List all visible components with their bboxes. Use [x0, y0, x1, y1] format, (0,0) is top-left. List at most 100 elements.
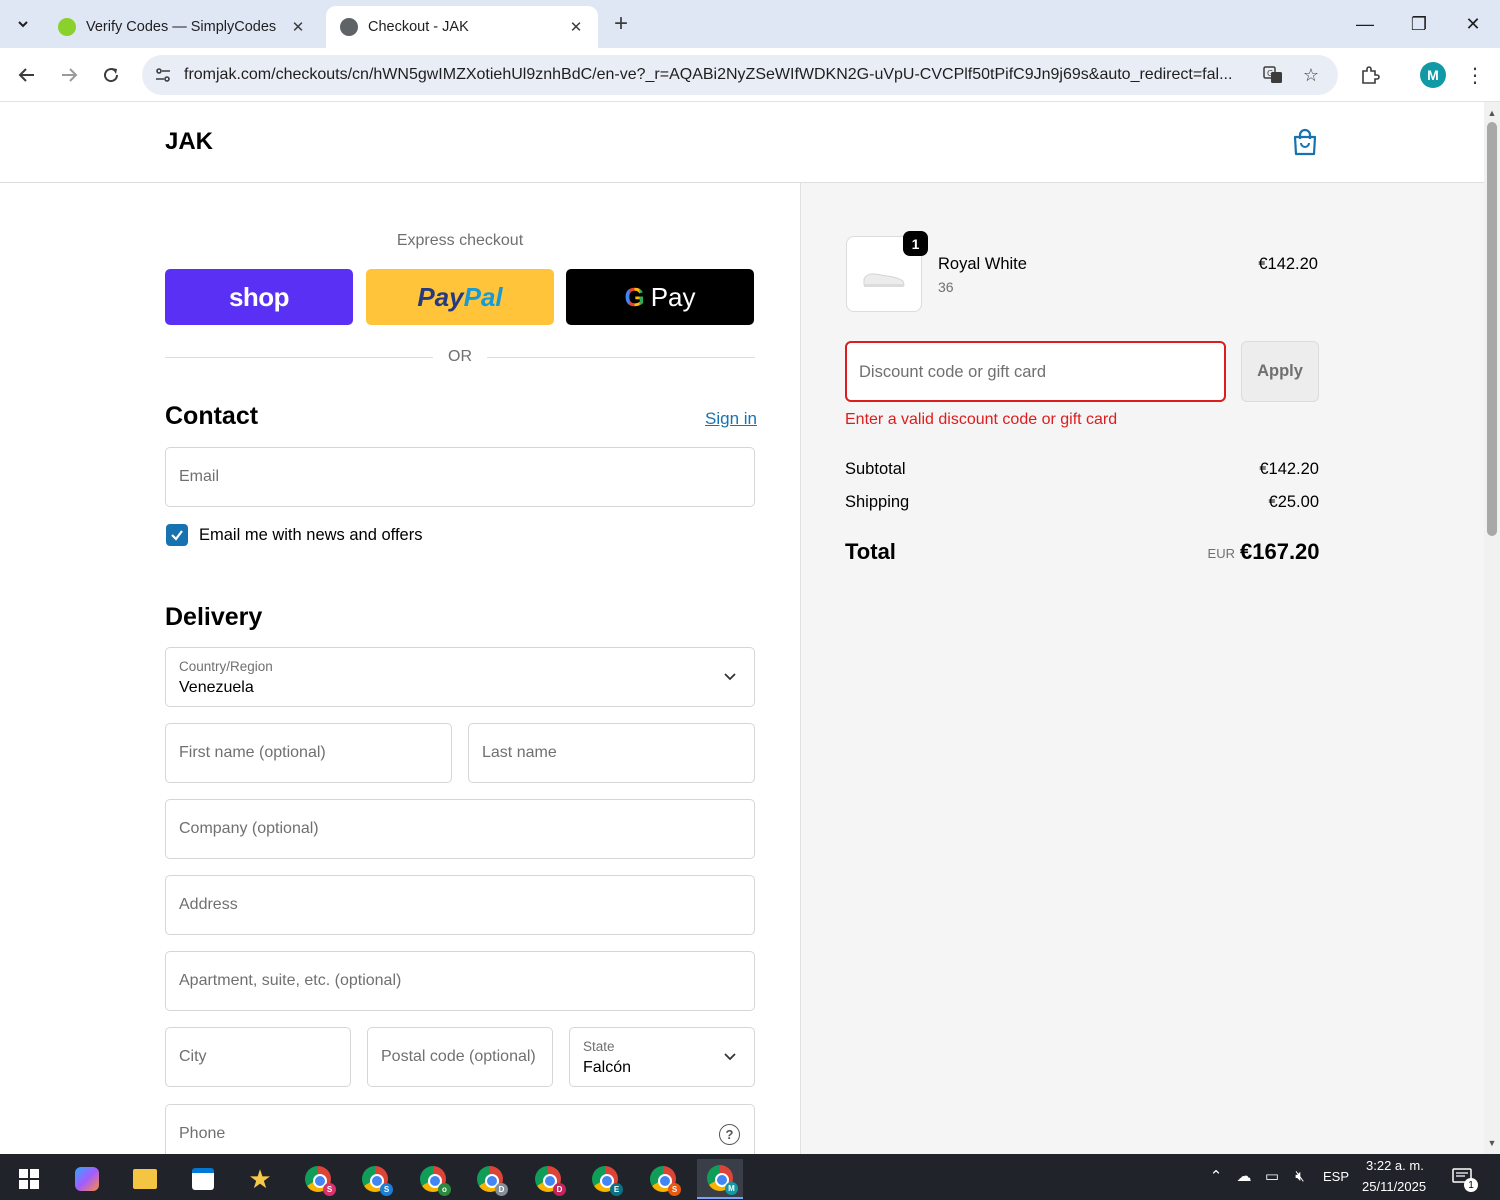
- taskbar-copilot[interactable]: [64, 1159, 110, 1199]
- phone-field[interactable]: Phone ?: [165, 1104, 755, 1154]
- discount-placeholder: Discount code or gift card: [859, 363, 1047, 381]
- paypal-button[interactable]: Pay Pal: [366, 269, 554, 325]
- country-value: Venezuela: [179, 679, 254, 696]
- product-price: €142.20: [1258, 255, 1318, 273]
- google-pay-button[interactable]: G Pay: [566, 269, 754, 325]
- help-question-icon[interactable]: ?: [719, 1124, 740, 1145]
- discount-error-message: Enter a valid discount code or gift card: [845, 411, 1118, 428]
- chrome-icon: M: [707, 1165, 738, 1195]
- chrome-icon: E: [592, 1166, 623, 1196]
- taskbar-chrome-s3[interactable]: S: [640, 1159, 686, 1199]
- email-field[interactable]: Email: [165, 447, 755, 507]
- apartment-field[interactable]: Apartment, suite, etc. (optional): [165, 951, 755, 1011]
- tab-title: Verify Codes — SimplyCodes: [86, 19, 277, 35]
- first-name-placeholder: First name (optional): [179, 744, 326, 761]
- apply-discount-button[interactable]: Apply: [1241, 341, 1319, 402]
- country-select[interactable]: Country/Region Venezuela: [165, 647, 755, 707]
- taskbar-file-explorer[interactable]: [122, 1159, 168, 1199]
- postal-code-placeholder: Postal code (optional): [381, 1048, 536, 1065]
- bookmark-star-icon[interactable]: ☆: [1300, 64, 1322, 86]
- company-field[interactable]: Company (optional): [165, 799, 755, 859]
- quantity-badge: 1: [903, 231, 928, 256]
- network-icon[interactable]: ▭: [1262, 1166, 1282, 1186]
- input-language[interactable]: ESP: [1323, 1169, 1349, 1184]
- browser-toolbar: fromjak.com/checkouts/cn/hWN5gwIMZXotieh…: [0, 48, 1500, 102]
- tab-verify-codes[interactable]: Verify Codes — SimplyCodes ✕: [44, 6, 320, 48]
- close-window-button[interactable]: ✕: [1446, 0, 1500, 48]
- reload-icon: [104, 68, 119, 83]
- paypal-label-pal: Pal: [463, 281, 503, 312]
- taskbar-chrome-m-active[interactable]: M: [697, 1159, 743, 1199]
- store-logo[interactable]: JAK: [165, 128, 213, 156]
- scroll-thumb[interactable]: [1487, 122, 1497, 536]
- taskbar-chrome-o[interactable]: o: [410, 1159, 456, 1199]
- globe-icon: [340, 18, 358, 36]
- shopping-bag-icon[interactable]: [1292, 128, 1318, 156]
- delivery-heading: Delivery: [165, 603, 263, 631]
- profile-avatar[interactable]: M: [1420, 62, 1446, 88]
- state-select[interactable]: State Falcón: [569, 1027, 755, 1087]
- company-placeholder: Company (optional): [179, 820, 319, 837]
- close-tab-icon[interactable]: ✕: [568, 18, 584, 36]
- first-name-field[interactable]: First name (optional): [165, 723, 452, 783]
- chrome-icon: S: [362, 1166, 393, 1196]
- product-variant: 36: [938, 279, 954, 295]
- tray-chevron-up-icon[interactable]: ⌃: [1206, 1166, 1226, 1186]
- taskbar-chrome-e[interactable]: E: [582, 1159, 628, 1199]
- volume-muted-icon[interactable]: 🔇︎: [1290, 1166, 1310, 1186]
- total-label: Total: [845, 539, 896, 564]
- restore-button[interactable]: ❐: [1392, 0, 1446, 48]
- newsletter-label[interactable]: Email me with news and offers: [199, 526, 422, 545]
- forward-button[interactable]: [54, 60, 84, 90]
- extensions-puzzle-icon[interactable]: [1355, 60, 1385, 90]
- taskbar-chrome-d[interactable]: D: [467, 1159, 513, 1199]
- arrow-right-icon: [62, 68, 78, 82]
- windows-logo-icon: [19, 1169, 39, 1189]
- clock-time[interactable]: 3:22 a. m.: [1366, 1158, 1424, 1173]
- reload-button[interactable]: [96, 60, 126, 90]
- close-tab-icon[interactable]: ✕: [290, 18, 306, 36]
- store-bag-icon: [192, 1168, 214, 1190]
- onedrive-cloud-icon[interactable]: ☁: [1234, 1166, 1254, 1186]
- tab-search-button[interactable]: [8, 9, 38, 39]
- start-button[interactable]: [6, 1159, 52, 1199]
- subtotal-value: €142.20: [1259, 460, 1319, 478]
- clock-date[interactable]: 25/11/2025: [1362, 1179, 1426, 1194]
- address-field[interactable]: Address: [165, 875, 755, 935]
- city-field[interactable]: City: [165, 1027, 351, 1087]
- country-label: Country/Region: [179, 659, 273, 674]
- tab-checkout-jak[interactable]: Checkout - JAK ✕: [326, 6, 598, 48]
- last-name-field[interactable]: Last name: [468, 723, 755, 783]
- newsletter-checkbox[interactable]: [166, 524, 188, 546]
- scroll-down-arrow-icon[interactable]: ▼: [1487, 1138, 1497, 1148]
- notifications-icon[interactable]: 1: [1452, 1166, 1478, 1192]
- scroll-up-arrow-icon[interactable]: ▲: [1487, 108, 1497, 118]
- site-info-icon[interactable]: [152, 64, 174, 86]
- svg-text:G: G: [1267, 69, 1273, 78]
- taskbar-favorites[interactable]: ★: [237, 1159, 283, 1199]
- postal-code-field[interactable]: Postal code (optional): [367, 1027, 553, 1087]
- translate-icon[interactable]: G: [1262, 64, 1284, 86]
- taskbar-chrome-d2[interactable]: D: [525, 1159, 571, 1199]
- last-name-placeholder: Last name: [482, 744, 557, 761]
- chevron-down-icon: [18, 21, 28, 28]
- folder-icon: [133, 1169, 157, 1189]
- taskbar-chrome-s[interactable]: S: [295, 1159, 341, 1199]
- minimize-button[interactable]: —: [1338, 0, 1392, 48]
- shop-pay-button[interactable]: shop: [165, 269, 353, 325]
- back-button[interactable]: [12, 60, 42, 90]
- sign-in-link[interactable]: Sign in: [705, 409, 757, 429]
- arrow-left-icon: [18, 68, 34, 82]
- subtotal-label: Subtotal: [845, 460, 906, 478]
- product-name: Royal White: [938, 255, 1027, 273]
- taskbar-store[interactable]: [180, 1159, 226, 1199]
- discount-code-input[interactable]: Discount code or gift card: [845, 341, 1226, 402]
- new-tab-button[interactable]: +: [606, 10, 636, 40]
- url-text[interactable]: fromjak.com/checkouts/cn/hWN5gwIMZXotieh…: [184, 66, 1244, 84]
- state-value: Falcón: [583, 1059, 632, 1076]
- taskbar-chrome-s2[interactable]: S: [352, 1159, 398, 1199]
- page-scrollbar[interactable]: ▲ ▼: [1484, 102, 1500, 1154]
- address-bar[interactable]: fromjak.com/checkouts/cn/hWN5gwIMZXotieh…: [142, 55, 1338, 95]
- copilot-icon: [75, 1167, 99, 1191]
- browser-menu-icon[interactable]: ⋮: [1460, 60, 1490, 90]
